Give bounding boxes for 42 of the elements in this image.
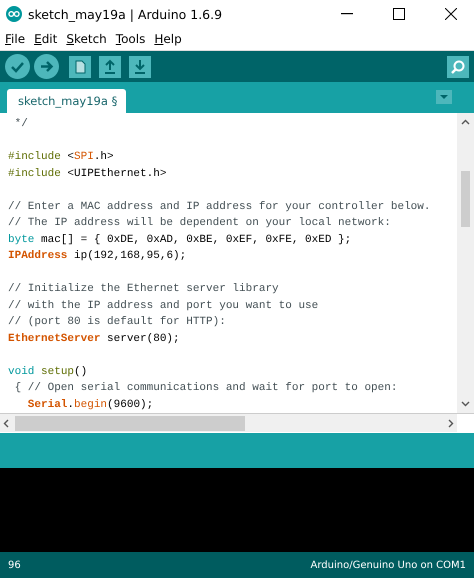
maximize-icon[interactable] (393, 8, 405, 20)
open-button[interactable] (99, 56, 121, 78)
code-line: // with the IP address and port you want to use (8, 298, 320, 314)
code-line: // (port 80 is default for HTTP): (8, 315, 227, 330)
code-line: // The IP address will be dependent on your local network: (8, 216, 392, 231)
scrollbar-thumb[interactable] (15, 416, 245, 430)
code-line: { // Open serial communications and wait for port to open: (14, 381, 398, 396)
tab-menu-icon[interactable] (436, 90, 452, 104)
code-line: byte mac[] = { 0xDE, 0xAD, 0xBE, 0xEF, 0xFE, 0xED }; (8, 232, 352, 248)
menu-item[interactable]: File (5, 32, 26, 46)
new-button[interactable] (69, 56, 91, 78)
verify-button[interactable] (5, 54, 30, 79)
close-icon[interactable] (445, 8, 457, 20)
menu-item[interactable]: Edit (34, 32, 58, 46)
scroll-left-icon[interactable] (3, 418, 9, 428)
code-line: // Initialize the Ethernet server library (8, 282, 280, 297)
horizontal-scrollbar[interactable] (0, 414, 457, 432)
serial-monitor-button[interactable] (447, 56, 469, 78)
code-line: Serial.begin(9600); (26, 398, 154, 412)
vertical-scrollbar[interactable] (457, 113, 474, 413)
sketch-tab[interactable]: sketch_may19a § (7, 89, 126, 113)
scroll-up-icon[interactable] (461, 119, 470, 125)
scroll-right-icon[interactable] (448, 418, 454, 428)
code-line: */ (14, 117, 29, 132)
menu-item[interactable]: Sketch (66, 32, 107, 46)
code-line: IPAddress ip(192,168,95,6); (8, 249, 188, 264)
scrollbar-thumb[interactable] (461, 171, 470, 227)
code-line: EthernetServer server(80); (8, 332, 181, 346)
code-line: #include <SPI.h> (8, 150, 115, 165)
menu-item[interactable]: Tools (116, 32, 146, 46)
upload-button[interactable] (34, 54, 59, 79)
line-number: 96 (8, 560, 21, 570)
menu-item[interactable]: Help (154, 32, 182, 46)
board-status: Arduino/Genuino Uno on COM1 (310, 560, 466, 570)
code-line: // Enter a MAC address and IP address for your controller below. (8, 200, 432, 214)
window-title: sketch_may19a | Arduino 1.6.9 (28, 6, 222, 22)
app-logo-icon (6, 6, 22, 22)
scroll-down-icon[interactable] (461, 401, 470, 407)
save-button[interactable] (129, 56, 151, 78)
minimize-icon[interactable] (341, 13, 353, 15)
code-line: void setup() (8, 364, 88, 380)
code-line: #include <UIPEthernet.h> (8, 166, 168, 182)
